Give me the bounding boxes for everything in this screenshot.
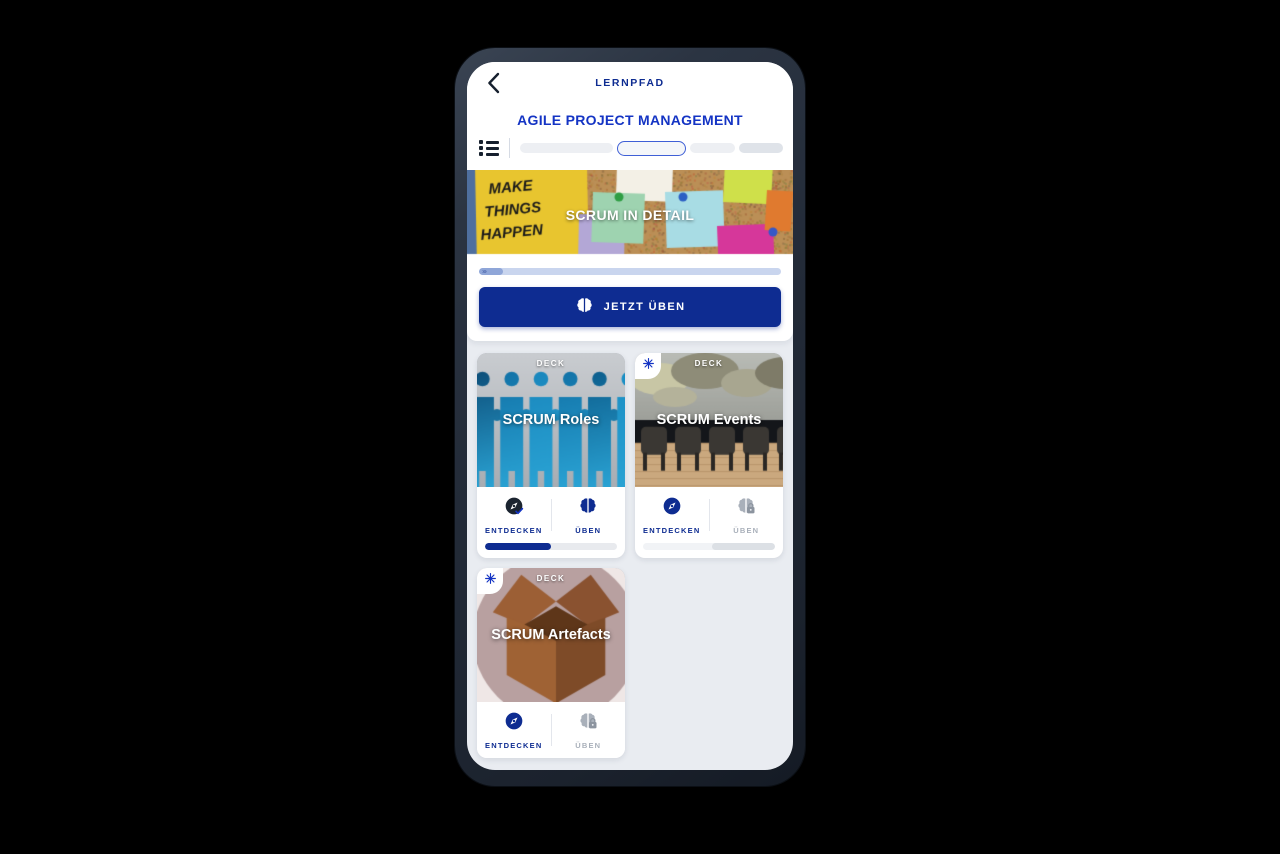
practice-now-label: JETZT ÜBEN [604,301,686,313]
step-segment-4[interactable] [739,143,783,153]
deck-actions: ENTDECKEN ÜBEN [635,487,783,543]
step-segments [520,141,783,156]
compass-icon [662,496,682,521]
deck-practice-button[interactable]: ÜBEN [552,487,626,543]
hero-title: SCRUM IN DETAIL [467,207,793,223]
deck-kicker: DECK [477,359,625,368]
deck-explore-button[interactable]: ENTDECKEN [635,487,709,543]
new-deck-badge [635,353,661,379]
deck-actions: ENTDECKEN ÜBEN [477,702,625,758]
deck-explore-button[interactable]: ENTDECKEN [477,487,551,543]
deck-progress-bar [485,543,617,550]
divider [509,138,510,158]
nav-title: LERNPFAD [595,77,664,89]
snowflake-icon [642,357,655,375]
page-title: AGILE PROJECT MANAGEMENT [467,104,793,138]
deck-card[interactable]: DECK SCRUM Events ENTDECKEN ÜBEN [635,353,783,558]
deck-practice-button: ÜBEN [710,487,784,543]
deck-progress-fill [712,543,775,550]
new-deck-badge [477,568,503,594]
deck-progress-bar [643,543,775,550]
hero-banner[interactable]: SCRUM IN DETAIL [467,170,793,260]
deck-practice-button: ÜBEN [552,702,626,758]
deck-explore-button[interactable]: ENTDECKEN [477,702,551,758]
brain-lock-icon [736,496,756,521]
deck-practice-label: ÜBEN [575,526,601,535]
hero-panel: ››› JETZT ÜBEN [467,260,793,341]
step-progress-row [467,138,793,170]
chevron-left-icon [486,72,501,94]
brain-lock-icon [578,711,598,736]
brain-icon [575,296,594,318]
deck-thumbnail: DECK SCRUM Roles [477,353,625,487]
deck-explore-label: ENTDECKEN [643,526,700,535]
compass-icon [504,711,524,736]
deck-progress-fill [485,543,551,550]
compass-check-icon [504,496,524,521]
deck-thumbnail: DECK SCRUM Events [635,353,783,487]
screenshot-stage: LERNPFAD AGILE PROJECT MANAGEMENT SCRUM … [0,0,1280,854]
progress-chevrons-icon: ››› [482,268,486,275]
phone-screen: LERNPFAD AGILE PROJECT MANAGEMENT SCRUM … [467,62,793,770]
list-icon[interactable] [479,140,499,156]
deck-title: SCRUM Artefacts [481,627,621,643]
deck-thumbnail: DECK SCRUM Artefacts [477,568,625,702]
lesson-progress-bar: ››› [479,268,781,275]
deck-grid: DECK SCRUM Roles ENTDECKEN ÜBEN DECK SCRUM Ev… [467,341,793,758]
app-header: LERNPFAD AGILE PROJECT MANAGEMENT [467,62,793,170]
deck-explore-label: ENTDECKEN [485,741,542,750]
step-segment-3[interactable] [690,143,734,153]
nav-bar: LERNPFAD [467,62,793,104]
deck-title: SCRUM Events [639,412,779,428]
deck-practice-label: ÜBEN [733,526,759,535]
back-button[interactable] [479,69,507,97]
phone-frame: LERNPFAD AGILE PROJECT MANAGEMENT SCRUM … [455,48,805,786]
deck-title: SCRUM Roles [481,412,621,428]
deck-card[interactable]: DECK SCRUM Artefacts ENTDECKEN ÜBEN [477,568,625,758]
deck-explore-label: ENTDECKEN [485,526,542,535]
brain-icon [578,496,598,521]
step-segment-1[interactable] [520,143,613,153]
deck-actions: ENTDECKEN ÜBEN [477,487,625,543]
practice-now-button[interactable]: JETZT ÜBEN [479,287,781,327]
deck-practice-label: ÜBEN [575,741,601,750]
step-segment-2-active[interactable] [617,141,686,156]
snowflake-icon [484,572,497,590]
deck-card[interactable]: DECK SCRUM Roles ENTDECKEN ÜBEN [477,353,625,558]
